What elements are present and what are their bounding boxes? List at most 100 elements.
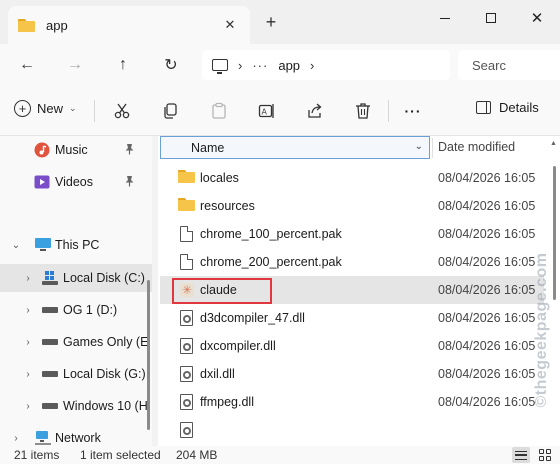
- sidebar-item-local-disk-c[interactable]: › Local Disk (C:): [0, 264, 152, 292]
- file-row-d3dcompiler[interactable]: d3dcompiler_47.dll 08/04/2026 16:05: [160, 304, 544, 332]
- sidebar-item-label: Local Disk (G:): [63, 367, 146, 381]
- sidebar-item-local-disk-g[interactable]: › Local Disk (G:): [0, 360, 152, 388]
- rename-button[interactable]: A: [256, 100, 278, 122]
- file-name: locales: [200, 171, 239, 185]
- breadcrumb-overflow[interactable]: ···: [252, 58, 268, 73]
- tiles-view-icon: [539, 449, 551, 461]
- more-options-button[interactable]: ···: [402, 100, 424, 122]
- sidebar-item-label: Videos: [55, 175, 93, 189]
- expand-icon[interactable]: ›: [22, 401, 34, 412]
- collapse-icon[interactable]: ⌄: [10, 240, 22, 251]
- tiles-view-button[interactable]: [536, 447, 554, 463]
- windows-drive-icon: [42, 270, 58, 286]
- file-row-resources[interactable]: resources 08/04/2026 16:05: [160, 192, 544, 220]
- dll-icon: [178, 394, 194, 410]
- sidebar-item-windows-10-h[interactable]: › Windows 10 (H: [0, 392, 152, 420]
- sidebar-item-og1-d[interactable]: › OG 1 (D:): [0, 296, 152, 324]
- watermark: ©thegeekpage.com: [533, 252, 550, 408]
- tab-app[interactable]: app ✕: [8, 6, 250, 44]
- new-tab-button[interactable]: +: [261, 12, 281, 33]
- copy-icon: [164, 103, 177, 119]
- forward-button[interactable]: →: [62, 52, 88, 78]
- breadcrumb-separator[interactable]: ›: [238, 58, 242, 73]
- column-divider[interactable]: [432, 138, 433, 158]
- navigation-pane: Music Videos ⌄ This PC › Local Disk (C:)…: [0, 136, 152, 446]
- divider: [388, 100, 389, 122]
- new-button[interactable]: + New ⌄: [14, 100, 77, 117]
- expand-icon[interactable]: ›: [10, 433, 22, 444]
- pin-icon: [124, 175, 135, 190]
- sidebar-item-label: Games Only (E: [63, 335, 149, 349]
- file-date: 08/04/2026 16:05: [438, 227, 536, 241]
- file-name: dxil.dll: [200, 367, 235, 381]
- expand-icon[interactable]: ›: [22, 305, 34, 316]
- back-button[interactable]: ←: [14, 52, 40, 78]
- plus-icon: +: [14, 100, 31, 117]
- address-bar[interactable]: › ··· app ›: [202, 50, 450, 80]
- dll-icon: [178, 310, 194, 326]
- file-row-chrome-200[interactable]: chrome_200_percent.pak 08/04/2026 16:05: [160, 248, 544, 276]
- sidebar-item-network[interactable]: › Network: [0, 424, 152, 446]
- close-window-button[interactable]: ✕: [514, 4, 560, 32]
- dll-icon: [178, 366, 194, 382]
- sidebar-item-label: Windows 10 (H: [63, 399, 148, 413]
- minimize-button[interactable]: [422, 4, 468, 32]
- sidebar-item-videos[interactable]: Videos: [0, 168, 152, 196]
- sidebar-item-this-pc[interactable]: ⌄ This PC: [0, 231, 152, 259]
- share-icon: [308, 103, 322, 118]
- chevron-down-icon[interactable]: ⌄: [415, 141, 423, 152]
- column-header-name[interactable]: Name ⌄: [160, 136, 430, 159]
- expand-icon[interactable]: ›: [22, 369, 34, 380]
- sidebar-item-music[interactable]: Music: [0, 136, 152, 164]
- sidebar-item-label: Network: [55, 431, 101, 445]
- maximize-button[interactable]: [468, 4, 514, 32]
- column-header-date-modified[interactable]: Date modified: [438, 140, 515, 154]
- sidebar-item-label: Music: [55, 143, 88, 157]
- file-row-dxcompiler[interactable]: dxcompiler.dll 08/04/2026 16:05: [160, 332, 544, 360]
- file-name: claude: [200, 283, 237, 297]
- file-row-locales[interactable]: locales 08/04/2026 16:05: [160, 164, 544, 192]
- expand-icon[interactable]: ›: [22, 337, 34, 348]
- file-date: 08/04/2026 16:05: [438, 171, 536, 185]
- pin-icon: [124, 143, 135, 158]
- cut-button[interactable]: [111, 100, 133, 122]
- file-date: 08/04/2026 16:05: [438, 283, 536, 297]
- delete-button[interactable]: [352, 100, 374, 122]
- music-icon: [34, 142, 50, 158]
- breadcrumb-app[interactable]: app: [278, 58, 300, 73]
- dll-icon: [178, 422, 194, 438]
- file-name: ffmpeg.dll: [200, 395, 254, 409]
- file-name: chrome_100_percent.pak: [200, 227, 342, 241]
- file-row-chrome-100[interactable]: chrome_100_percent.pak 08/04/2026 16:05: [160, 220, 544, 248]
- refresh-button[interactable]: ↻: [158, 52, 184, 78]
- folder-icon: [178, 170, 195, 186]
- search-input[interactable]: Searc: [458, 50, 560, 80]
- file-row-claude[interactable]: ✳ claude 08/04/2026 16:05: [160, 276, 544, 304]
- file-date: 08/04/2026 16:05: [438, 395, 536, 409]
- share-button[interactable]: [304, 100, 326, 122]
- folder-icon: [178, 198, 195, 214]
- breadcrumb-separator[interactable]: ›: [310, 58, 314, 73]
- status-bar: 21 items 1 item selected 204 MB: [0, 446, 560, 464]
- close-tab-icon[interactable]: ✕: [220, 17, 240, 33]
- trash-icon: [356, 103, 370, 119]
- file-date: 08/04/2026 16:05: [438, 199, 536, 213]
- expand-icon[interactable]: ›: [22, 273, 34, 284]
- file-row-partial[interactable]: [160, 416, 544, 446]
- sidebar-item-games-only-e[interactable]: › Games Only (E: [0, 328, 152, 356]
- sidebar-scrollbar[interactable]: [147, 280, 150, 430]
- scroll-up-icon[interactable]: ▲: [550, 140, 557, 147]
- file-date: 08/04/2026 16:05: [438, 367, 536, 381]
- up-button[interactable]: ↑: [110, 52, 136, 78]
- dll-icon: [178, 338, 194, 354]
- sidebar-item-label: This PC: [55, 238, 100, 252]
- file-row-dxil[interactable]: dxil.dll 08/04/2026 16:05: [160, 360, 544, 388]
- copy-button[interactable]: [160, 100, 182, 122]
- this-pc-icon: [212, 59, 228, 74]
- details-view-button[interactable]: [512, 447, 530, 463]
- claude-app-icon: ✳: [180, 283, 194, 297]
- close-icon: ✕: [530, 10, 544, 27]
- details-button[interactable]: Details: [476, 100, 539, 115]
- file-row-ffmpeg[interactable]: ffmpeg.dll 08/04/2026 16:05: [160, 388, 544, 416]
- paste-button[interactable]: [208, 100, 230, 122]
